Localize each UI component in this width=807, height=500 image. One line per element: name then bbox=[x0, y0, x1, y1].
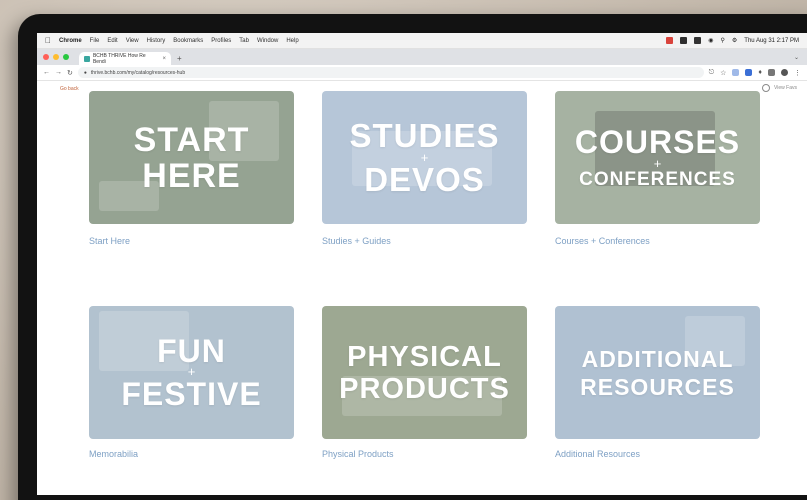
puzzle-icon[interactable]: ♦ bbox=[758, 69, 762, 76]
view-favorites-link[interactable]: View Favs bbox=[762, 84, 797, 92]
search-icon[interactable]: ⚲ bbox=[721, 37, 725, 44]
card-title-line1: PHYSICAL bbox=[347, 340, 502, 373]
menu-bookmarks[interactable]: Bookmarks bbox=[173, 38, 203, 44]
macos-menu-bar:  Chrome File Edit View History Bookmark… bbox=[37, 33, 807, 49]
card-caption[interactable]: Additional Resources bbox=[555, 449, 640, 459]
extension-icons: ⎋ ☆ ♦ ⋮ bbox=[709, 69, 801, 77]
browser-tab-strip: BCHB THRIVE How Re Bendi × + ⌄ bbox=[37, 49, 807, 65]
tab-search-icon[interactable]: ⌄ bbox=[794, 52, 799, 65]
card-title-line2: RESOURCES bbox=[580, 373, 735, 400]
window-controls bbox=[43, 49, 69, 65]
browser-toolbar: ← → ↻ ● thrive.bchb.com/my/catalog/resou… bbox=[37, 65, 807, 81]
close-tab-icon[interactable]: × bbox=[162, 56, 166, 62]
reload-icon[interactable]: ↻ bbox=[67, 69, 73, 77]
card-title-line2: FESTIVE bbox=[121, 375, 262, 412]
apple-menu-icon[interactable]:  bbox=[45, 36, 51, 45]
menu-tab[interactable]: Tab bbox=[239, 38, 249, 44]
card-title-line2: PRODUCTS bbox=[339, 372, 510, 405]
clock[interactable]: Thu Aug 31 2:17 PM bbox=[744, 38, 799, 44]
star-icon[interactable]: ☆ bbox=[720, 69, 726, 77]
menu-view[interactable]: View bbox=[126, 38, 139, 44]
favicon-icon bbox=[84, 55, 90, 62]
card-physical-products[interactable]: PHYSICAL PRODUCTS bbox=[322, 306, 527, 439]
card-title-line1: START bbox=[133, 120, 250, 159]
close-window-button[interactable] bbox=[43, 54, 49, 60]
status-app-icon[interactable] bbox=[680, 37, 688, 44]
battery-icon[interactable] bbox=[694, 37, 702, 44]
zoom-window-button[interactable] bbox=[63, 54, 69, 60]
share-icon[interactable]: ⎋ bbox=[709, 69, 715, 77]
kebab-menu-icon[interactable]: ⋮ bbox=[794, 69, 801, 77]
card-caption[interactable]: Physical Products bbox=[322, 449, 394, 459]
address-url: thrive.bchb.com/my/catalog/resources-hub bbox=[90, 69, 186, 76]
profile-avatar-icon[interactable] bbox=[781, 69, 788, 76]
card-title-line1: FUN bbox=[157, 332, 226, 369]
sidebar-icon[interactable] bbox=[768, 69, 775, 76]
card-courses-conferences[interactable]: COURSES + CONFERENCES bbox=[555, 91, 760, 224]
browser-tab-active[interactable]: BCHB THRIVE How Re Bendi × bbox=[79, 52, 171, 65]
status-app-icon[interactable] bbox=[666, 37, 674, 44]
tab-title: BCHB THRIVE How Re Bendi bbox=[92, 52, 146, 65]
extension-icon[interactable] bbox=[745, 69, 753, 76]
heart-icon bbox=[762, 84, 771, 92]
menu-app-name[interactable]: Chrome bbox=[59, 38, 82, 44]
card-title-plus: + bbox=[653, 155, 662, 171]
card-caption[interactable]: Memorabilia bbox=[89, 449, 138, 459]
card-title-line1: STUDIES bbox=[349, 116, 500, 154]
menu-file[interactable]: File bbox=[90, 38, 100, 44]
card-caption[interactable]: Studies + Guides bbox=[322, 236, 391, 246]
go-back-link[interactable]: Go back bbox=[60, 86, 79, 92]
card-caption[interactable]: Start Here bbox=[89, 236, 130, 246]
menubar-status-area: ◉ ⚲ ⚙ Thu Aug 31 2:17 PM bbox=[666, 37, 799, 44]
wifi-icon[interactable]: ◉ bbox=[708, 37, 713, 44]
card-studies-devos[interactable]: STUDIES + DEVOS bbox=[322, 91, 527, 224]
extension-icon[interactable] bbox=[732, 69, 740, 76]
card-additional-resources[interactable]: ADDITIONAL RESOURCES bbox=[555, 306, 760, 439]
address-bar[interactable]: ● thrive.bchb.com/my/catalog/resources-h… bbox=[77, 67, 704, 78]
control-center-icon[interactable]: ⚙ bbox=[732, 37, 737, 44]
card-title-line2: HERE bbox=[142, 156, 241, 195]
lock-icon: ● bbox=[83, 69, 87, 76]
menu-edit[interactable]: Edit bbox=[107, 38, 117, 44]
card-start-here[interactable]: START HERE bbox=[89, 91, 294, 224]
card-title-line1: COURSES bbox=[574, 123, 741, 160]
menu-help[interactable]: Help bbox=[286, 38, 298, 44]
forward-arrow-icon[interactable]: → bbox=[55, 69, 62, 76]
page-content: Go back View Favs START HERE STUDIES + D… bbox=[37, 81, 807, 495]
card-title-plus: + bbox=[187, 363, 196, 379]
new-tab-button[interactable]: + bbox=[177, 52, 182, 65]
card-title-line1: ADDITIONAL bbox=[581, 345, 734, 372]
menu-history[interactable]: History bbox=[147, 38, 166, 44]
menu-window[interactable]: Window bbox=[257, 38, 278, 44]
card-title-line2: DEVOS bbox=[364, 160, 485, 198]
card-title-line2: CONFERENCES bbox=[579, 168, 736, 190]
laptop-screen:  Chrome File Edit View History Bookmark… bbox=[37, 33, 807, 495]
card-fun-festive[interactable]: FUN + FESTIVE bbox=[89, 306, 294, 439]
card-caption[interactable]: Courses + Conferences bbox=[555, 236, 650, 246]
back-arrow-icon[interactable]: ← bbox=[43, 69, 50, 76]
minimize-window-button[interactable] bbox=[53, 54, 59, 60]
menu-profiles[interactable]: Profiles bbox=[211, 38, 231, 44]
view-favorites-label: View Favs bbox=[774, 85, 797, 91]
